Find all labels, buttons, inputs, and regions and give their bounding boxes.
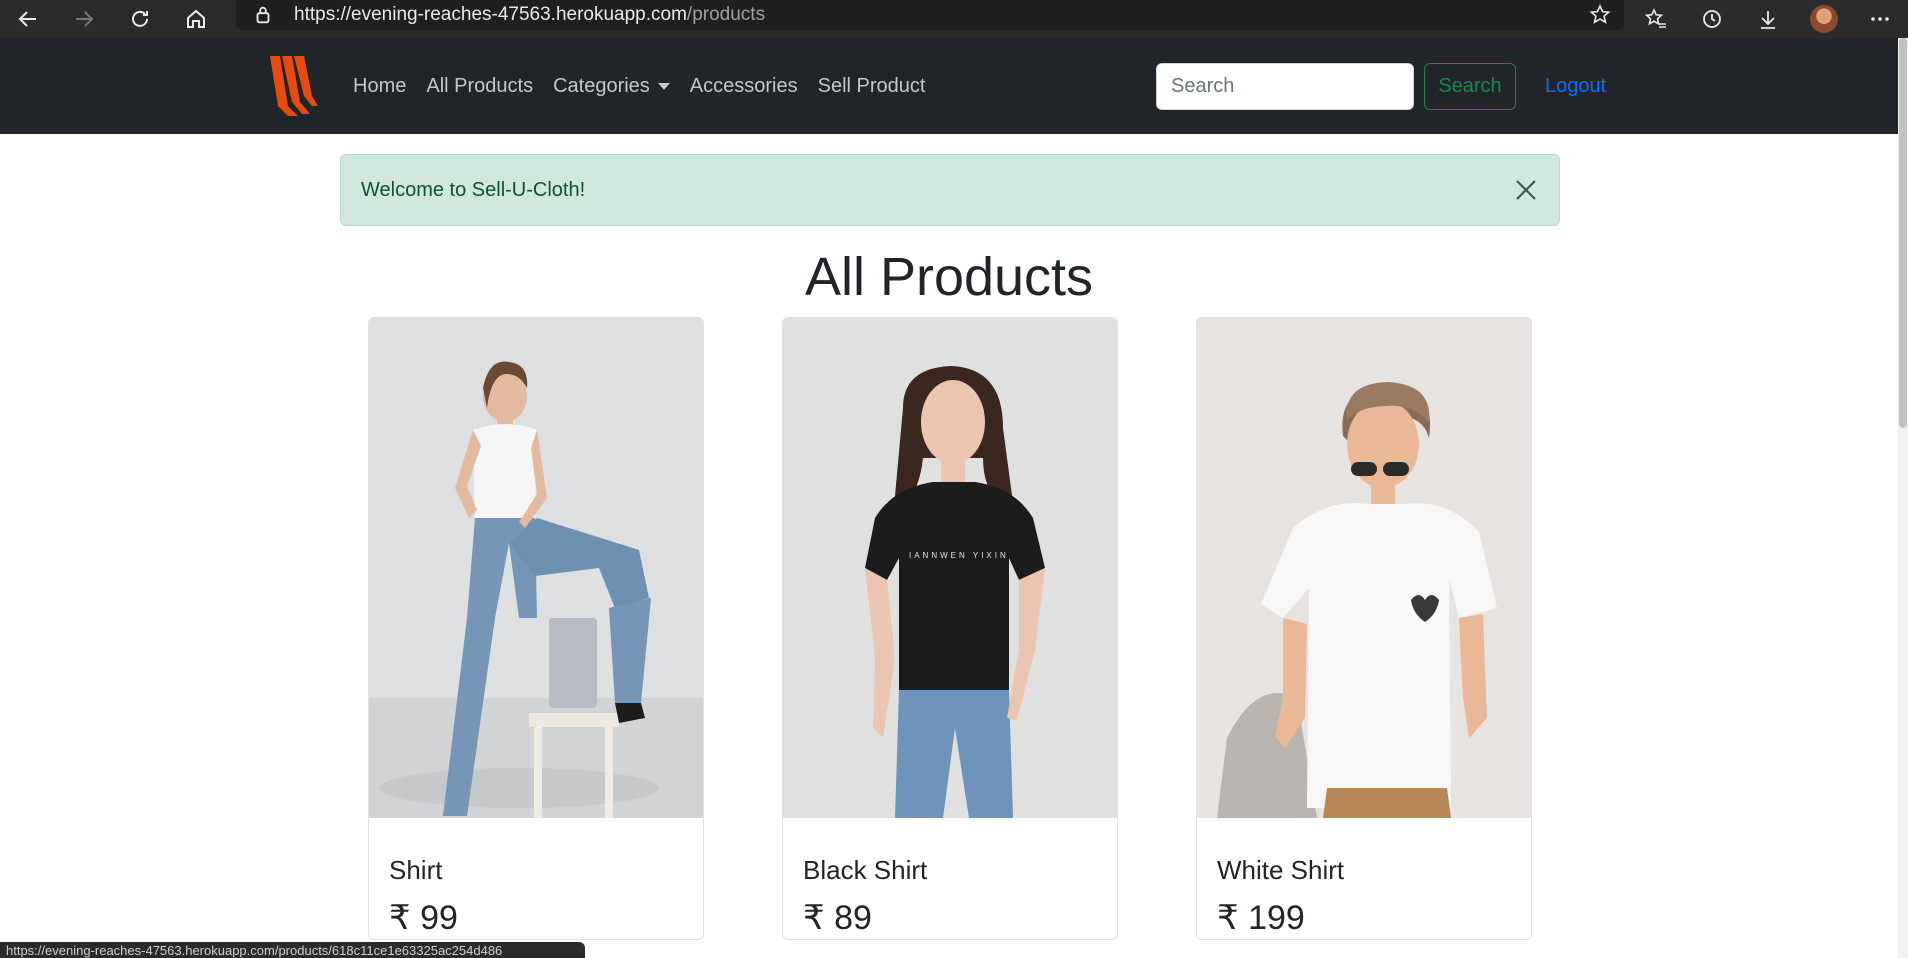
product-image[interactable]	[1197, 318, 1531, 818]
nav-sell-product[interactable]: Sell Product	[818, 75, 926, 98]
arrow-left-icon	[18, 11, 36, 27]
add-favorite-icon[interactable]	[1588, 3, 1612, 27]
product-price: ₹ 199	[1217, 899, 1305, 937]
product-card[interactable]: Shirt ₹ 99	[368, 317, 704, 940]
nav-categories-dropdown[interactable]: Categories	[553, 75, 670, 98]
url-path: /products	[686, 4, 766, 25]
nav-all-products[interactable]: All Products	[426, 75, 533, 98]
arrow-right-icon	[76, 11, 94, 27]
download-icon	[1761, 11, 1775, 29]
favorites-icon	[1644, 8, 1666, 28]
scrollbar-thumb[interactable]	[1899, 38, 1907, 428]
close-icon[interactable]	[1513, 177, 1539, 203]
alert-message: Welcome to Sell-U-Cloth!	[361, 178, 586, 201]
home-icon	[187, 9, 205, 28]
favorites-button[interactable]	[1628, 0, 1684, 38]
product-card[interactable]: White Shirt ₹ 199	[1196, 317, 1532, 940]
nav-categories-label: Categories	[553, 74, 650, 97]
product-image[interactable]	[369, 318, 703, 818]
product-photo-woman-black-tee: IANNWEN YIXIN	[783, 318, 1117, 818]
page-scrollbar[interactable]	[1898, 38, 1908, 958]
more-icon	[1871, 17, 1889, 21]
product-name[interactable]: Black Shirt	[803, 855, 927, 886]
avatar	[1810, 5, 1838, 33]
downloads-button[interactable]	[1740, 0, 1796, 38]
history-icon	[1703, 10, 1721, 28]
nav-links: Home All Products Categories Accessories…	[353, 38, 945, 134]
product-price: ₹ 89	[803, 899, 872, 937]
profile-button[interactable]	[1796, 0, 1852, 38]
product-photo-boy-white-tee	[1197, 318, 1531, 818]
product-name[interactable]: White Shirt	[1217, 855, 1344, 886]
reload-button[interactable]	[112, 0, 168, 38]
product-image[interactable]: IANNWEN YIXIN	[783, 318, 1117, 818]
address-bar[interactable]: https://evening-reaches-47563.herokuapp.…	[236, 0, 1624, 30]
home-button[interactable]	[168, 0, 224, 38]
welcome-alert: Welcome to Sell-U-Cloth!	[340, 154, 1560, 226]
reload-icon	[132, 10, 148, 27]
more-button[interactable]	[1852, 0, 1908, 38]
forward-button[interactable]	[56, 0, 112, 38]
product-card[interactable]: IANNWEN YIXIN Black Shirt ₹ 89	[782, 317, 1118, 940]
url-text: https://evening-reaches-47563.herokuapp.…	[294, 4, 765, 26]
site-navbar: Home All Products Categories Accessories…	[0, 38, 1898, 134]
lock-icon	[256, 6, 270, 24]
history-button[interactable]	[1684, 0, 1740, 38]
search-input[interactable]	[1156, 63, 1414, 110]
status-bar-url: https://evening-reaches-47563.herokuapp.…	[0, 942, 585, 958]
nav-home[interactable]: Home	[353, 75, 406, 98]
product-name[interactable]: Shirt	[389, 855, 442, 886]
page-title: All Products	[804, 247, 1094, 307]
svg-text:IANNWEN YIXIN: IANNWEN YIXIN	[909, 551, 1009, 560]
url-host: https://evening-reaches-47563.herokuapp.…	[294, 4, 687, 25]
back-button[interactable]	[0, 0, 56, 38]
nav-accessories[interactable]: Accessories	[690, 75, 798, 98]
brand-logo-icon[interactable]	[266, 52, 318, 120]
search-button[interactable]: Search	[1424, 63, 1516, 110]
chevron-down-icon	[657, 82, 670, 90]
product-photo-woman-jeans	[369, 318, 703, 818]
browser-actions	[1628, 0, 1908, 38]
logout-link[interactable]: Logout	[1545, 38, 1606, 134]
product-price: ₹ 99	[389, 899, 458, 937]
